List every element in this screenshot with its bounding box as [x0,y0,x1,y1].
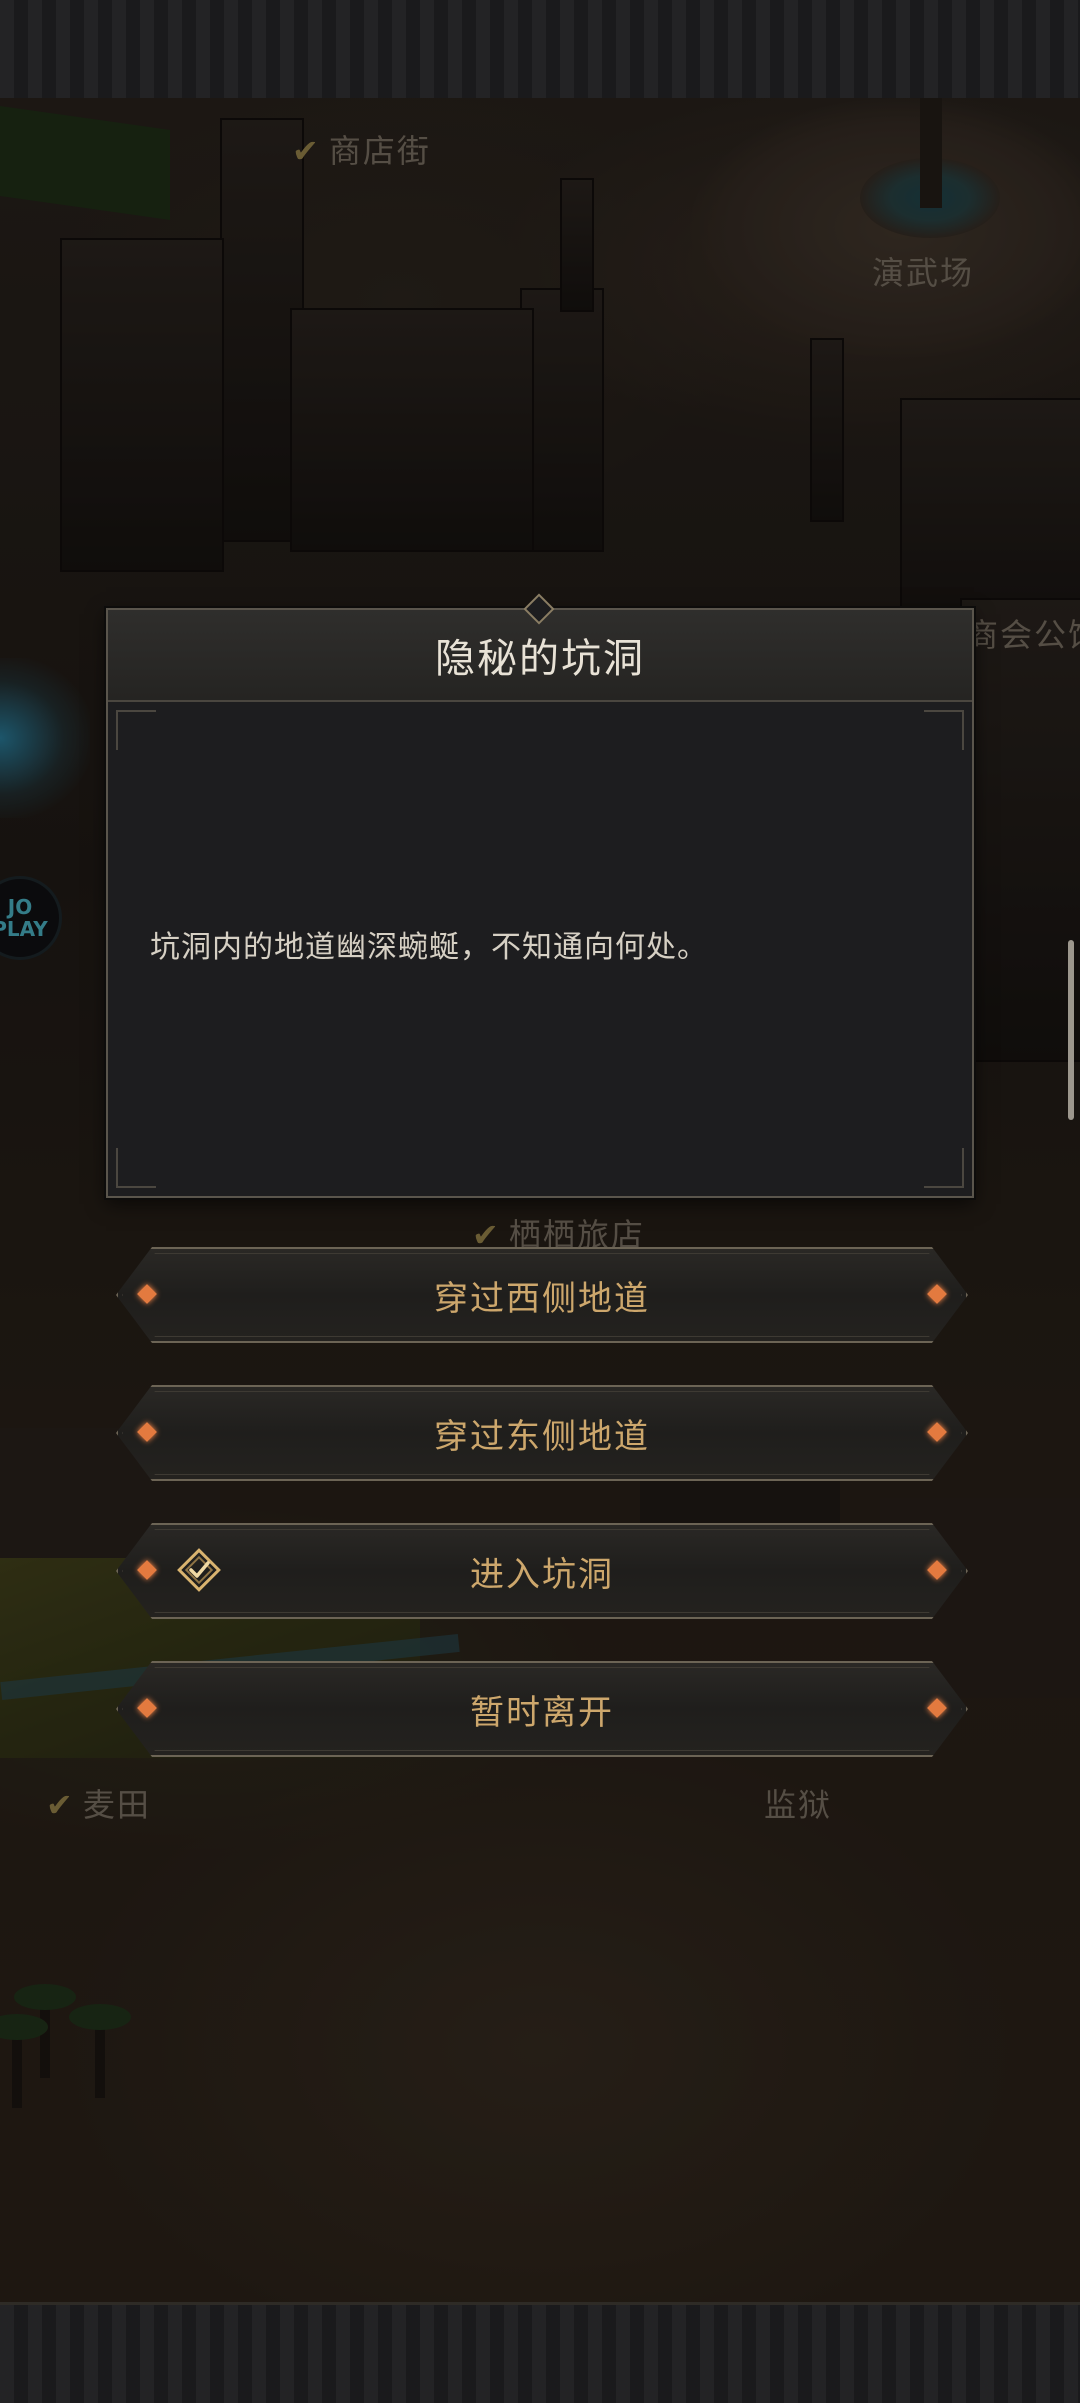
choice-east-tunnel-button[interactable]: 穿过东侧地道 [116,1385,968,1481]
corner-ornament [116,1148,156,1188]
modal-dim-overlay [0,98,1080,2302]
choice-label: 进入坑洞 [470,1554,614,1595]
selected-check-icon [174,1545,224,1595]
corner-ornament [116,710,156,750]
event-dialog: 隐秘的坑洞 坑洞内的地道幽深蜿蜒，不知通向何处。 [106,593,974,1198]
choice-enter-pit-button[interactable]: 进入坑洞 [116,1523,968,1619]
dialog-title: 隐秘的坑洞 [435,636,645,682]
choice-label: 穿过东侧地道 [434,1416,650,1457]
map-scrollbar[interactable] [1068,940,1074,1120]
choice-west-tunnel-button[interactable]: 穿过西侧地道 [116,1247,968,1343]
dialog-body-text: 坑洞内的地道幽深蜿蜒，不知通向何处。 [150,930,708,965]
corner-ornament [924,710,964,750]
bottom-frame-bar [0,2302,1080,2403]
choice-label: 暂时离开 [470,1692,614,1733]
corner-ornament [924,1148,964,1188]
choice-label: 穿过西侧地道 [434,1278,650,1319]
choice-leave-button[interactable]: 暂时离开 [116,1661,968,1757]
top-frame-bar [0,0,1080,101]
dialog-title-bar: 隐秘的坑洞 [108,610,972,702]
